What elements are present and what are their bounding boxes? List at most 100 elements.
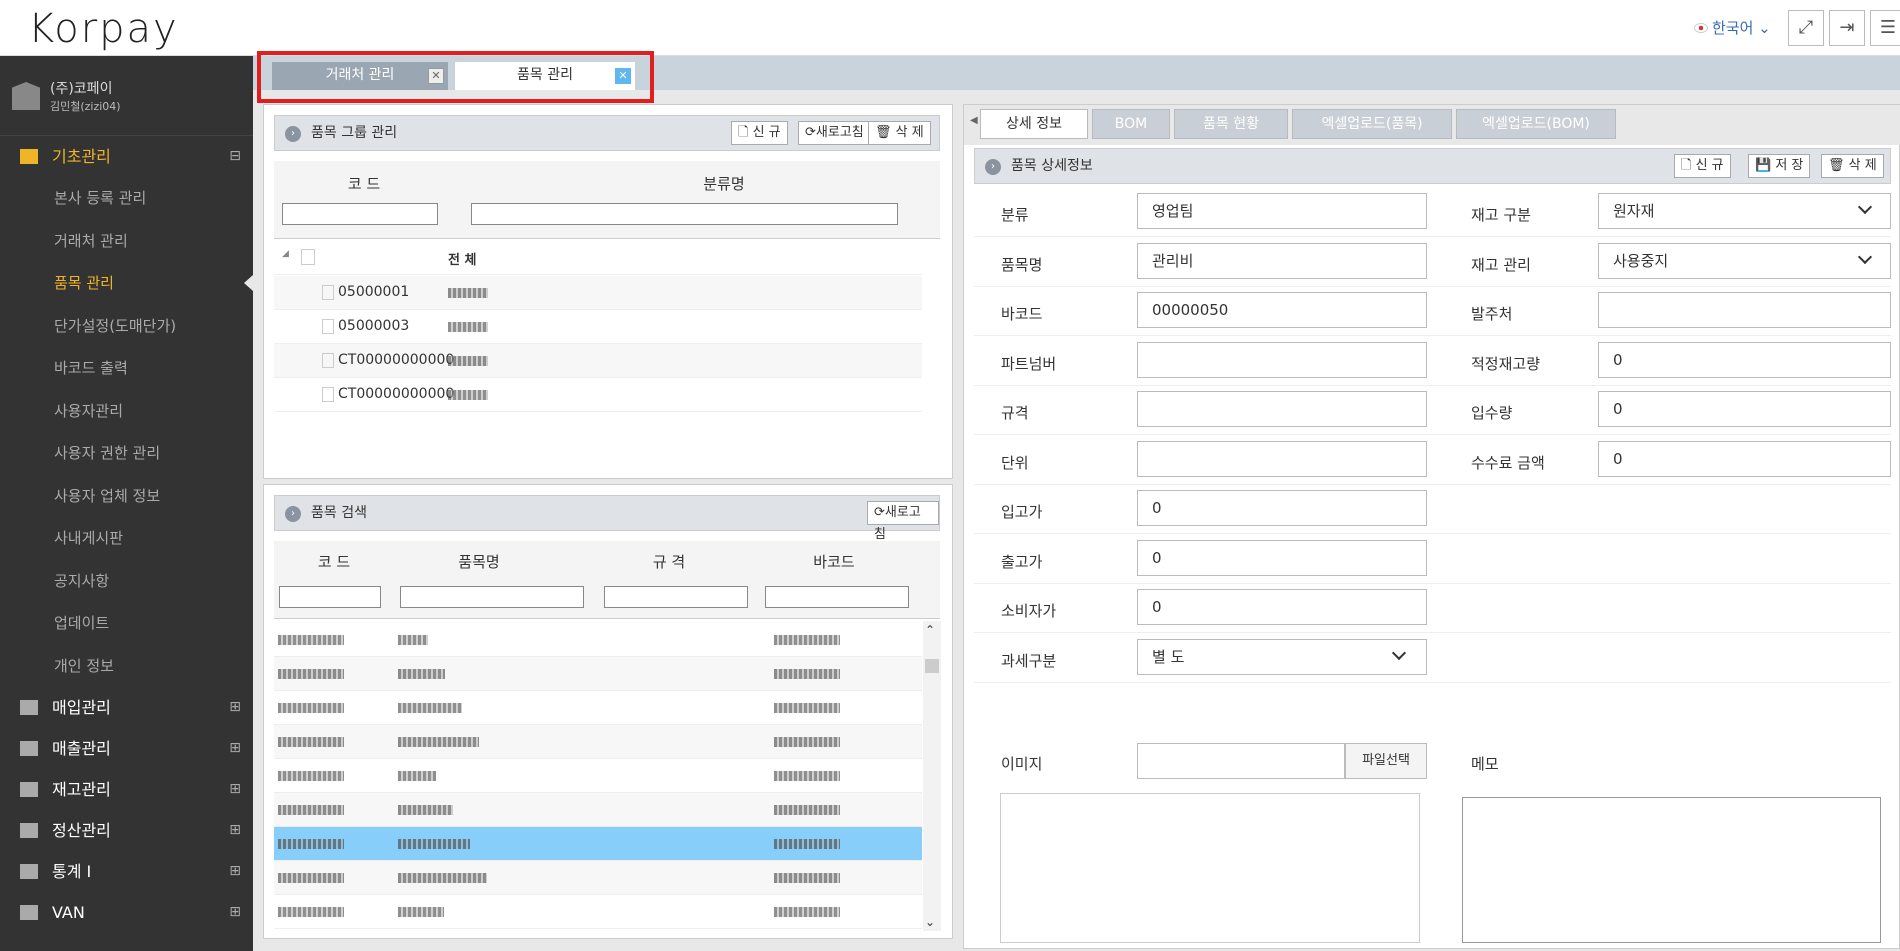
sidebar-item[interactable]: 거래처 관리 xyxy=(0,220,253,263)
menu-section-stats[interactable]: 통계 I ⊞ xyxy=(0,851,253,892)
barcode-filter-input[interactable] xyxy=(765,586,909,608)
name-filter-input[interactable] xyxy=(400,586,584,608)
field-input[interactable]: 0 xyxy=(1598,440,1891,477)
new-button[interactable]: 🗋 신 규 xyxy=(731,121,788,145)
korpay-logo: Korpay xyxy=(28,6,179,52)
file-select-button[interactable]: 파일선택 xyxy=(1345,743,1427,779)
sidebar-item[interactable]: 단가설정(도매단가) xyxy=(0,305,253,348)
sidebar-item[interactable]: 품목 관리 xyxy=(0,262,253,305)
memo-textarea[interactable] xyxy=(1462,797,1881,943)
menu-section-basic[interactable]: 기초관리 ⊟ xyxy=(0,136,253,177)
field-input[interactable]: 사용중지 xyxy=(1598,242,1891,279)
table-row[interactable] xyxy=(274,793,922,827)
field-input[interactable]: 관리비 xyxy=(1137,242,1427,279)
top-bar: Korpay 한국어 ⌄ ⤢ ⇥ ☰ xyxy=(0,0,1900,56)
table-row[interactable] xyxy=(274,861,922,895)
name-filter-input[interactable] xyxy=(471,203,898,225)
sidebar-item[interactable]: 개인 정보 xyxy=(0,645,253,688)
bar-chart-icon xyxy=(20,741,38,756)
sidebar-item[interactable]: 본사 등록 관리 xyxy=(0,177,253,220)
field-input[interactable] xyxy=(1137,341,1427,378)
field-input[interactable]: 0 xyxy=(1598,391,1891,427)
sidebar: (주)코페이 김민철(zizi04) 기초관리 ⊟ 본사 등록 관리 거래처 관리 품… xyxy=(0,56,253,951)
main-content: 거래처 관리 ✕ 품목 관리 ✕ › 품목 그룹 관리 🗋 신 규 ⟳새로고침 🗑 삭… xyxy=(253,51,1900,951)
tab-detail-4[interactable]: 엑셀업로드(BOM) xyxy=(1456,109,1616,139)
table-row[interactable] xyxy=(274,827,922,861)
field-input[interactable] xyxy=(1137,440,1427,477)
field-input[interactable]: 0 xyxy=(1598,341,1891,378)
scroll-thumb[interactable] xyxy=(925,659,939,673)
field-input[interactable]: 영업팀 xyxy=(1137,193,1427,229)
tab-detail-3[interactable]: 엑셀업로드(품목) xyxy=(1292,109,1452,139)
language-select[interactable]: 한국어 ⌄ xyxy=(1694,17,1771,38)
field-input[interactable] xyxy=(1598,292,1891,328)
scroll-up-icon[interactable]: ⌃ xyxy=(925,623,935,637)
expand-icon[interactable]: ⊞ xyxy=(229,810,241,851)
menu-icon[interactable]: ☰ xyxy=(1870,10,1900,46)
field-input[interactable]: 00000050 xyxy=(1137,292,1427,328)
spec-filter-input[interactable] xyxy=(604,586,748,608)
expand-triangle-icon[interactable]: ◢ xyxy=(282,249,289,259)
refresh-button[interactable]: ⟳새로고침 xyxy=(798,121,871,145)
table-row[interactable] xyxy=(274,623,922,657)
delete-button[interactable]: 🗑 삭 제 xyxy=(868,121,931,145)
code-filter-input[interactable] xyxy=(279,586,381,608)
table-row[interactable] xyxy=(274,759,922,793)
table-row[interactable] xyxy=(274,725,922,759)
tab-detail-0[interactable]: 상세 정보 xyxy=(980,109,1088,139)
image-preview xyxy=(1000,793,1420,943)
scrollbar[interactable]: ⌃ ⌄ xyxy=(923,621,941,931)
menu-section-settlement[interactable]: 정산관리 ⊞ xyxy=(0,810,253,851)
field-input[interactable]: 0 xyxy=(1137,490,1427,526)
scroll-down-icon[interactable]: ⌄ xyxy=(925,915,935,929)
tree-row[interactable]: CT00000000000 xyxy=(274,344,922,378)
sidebar-item[interactable]: 업데이트 xyxy=(0,602,253,645)
company-name: (주)코페이 xyxy=(50,81,113,97)
tree-row[interactable]: 05000001 xyxy=(274,276,922,310)
expand-icon[interactable]: ⊞ xyxy=(229,769,241,810)
tab-detail-1[interactable]: BOM xyxy=(1092,109,1170,139)
table-row[interactable] xyxy=(274,895,922,929)
table-row[interactable] xyxy=(274,691,922,725)
table-row[interactable] xyxy=(274,657,922,691)
tree-row[interactable]: 05000003 xyxy=(274,310,922,344)
expand-icon[interactable]: ⊞ xyxy=(229,728,241,769)
list-icon xyxy=(20,700,38,715)
delete-button[interactable]: 🗑 삭 제 xyxy=(1821,154,1884,178)
expand-icon[interactable]: ⊞ xyxy=(229,892,241,933)
tree-root-row[interactable]: ◢ 전 체 xyxy=(274,241,922,275)
name-cell-redacted xyxy=(398,873,487,883)
tree-row[interactable]: CT00000000000 xyxy=(274,378,922,412)
tab-detail-2[interactable]: 품목 현황 xyxy=(1174,109,1288,139)
file-icon xyxy=(322,387,334,402)
collapse-icon[interactable]: ⊟ xyxy=(229,136,241,177)
menu-section-van[interactable]: VAN ⊞ xyxy=(0,892,253,933)
sidebar-item[interactable]: 사내게시판 xyxy=(0,517,253,560)
new-button[interactable]: 🗋 신 규 xyxy=(1674,154,1731,178)
sidebar-item[interactable]: 사용자 업체 정보 xyxy=(0,475,253,518)
tab-scroll-left-icon[interactable]: ◀ xyxy=(970,115,978,126)
sidebar-item[interactable]: 공지사항 xyxy=(0,560,253,603)
expand-icon[interactable]: ⊞ xyxy=(229,851,241,892)
menu-section-sales[interactable]: 매출관리 ⊞ xyxy=(0,728,253,769)
field-input[interactable]: 별 도 xyxy=(1137,638,1427,675)
code-filter-input[interactable] xyxy=(282,203,438,225)
panel-header: › 품목 검색 ⟳새로고침 xyxy=(274,495,940,542)
expand-icon[interactable]: ⊞ xyxy=(229,687,241,728)
fullscreen-icon[interactable]: ⤢ xyxy=(1788,10,1824,46)
menu-section-inventory[interactable]: 재고관리 ⊞ xyxy=(0,769,253,810)
field-input[interactable]: 0 xyxy=(1137,539,1427,576)
field-input[interactable] xyxy=(1137,391,1427,427)
code-cell-redacted xyxy=(278,669,344,679)
field-input[interactable]: 0 xyxy=(1137,589,1427,625)
menu-section-purchase[interactable]: 매입관리 ⊞ xyxy=(0,687,253,728)
field-input[interactable]: 원자재 xyxy=(1598,193,1891,229)
sidebar-item[interactable]: 사용자 권한 관리 xyxy=(0,432,253,475)
image-file-input[interactable] xyxy=(1137,743,1345,779)
sidebar-item[interactable]: 사용자관리 xyxy=(0,390,253,433)
sidebar-item[interactable]: 바코드 출력 xyxy=(0,347,253,390)
field-label: 소비자가 xyxy=(1001,602,1057,620)
refresh-button[interactable]: ⟳새로고침 xyxy=(867,501,939,542)
logout-icon[interactable]: ⇥ xyxy=(1829,10,1865,46)
save-button[interactable]: 💾 저 장 xyxy=(1748,154,1811,178)
